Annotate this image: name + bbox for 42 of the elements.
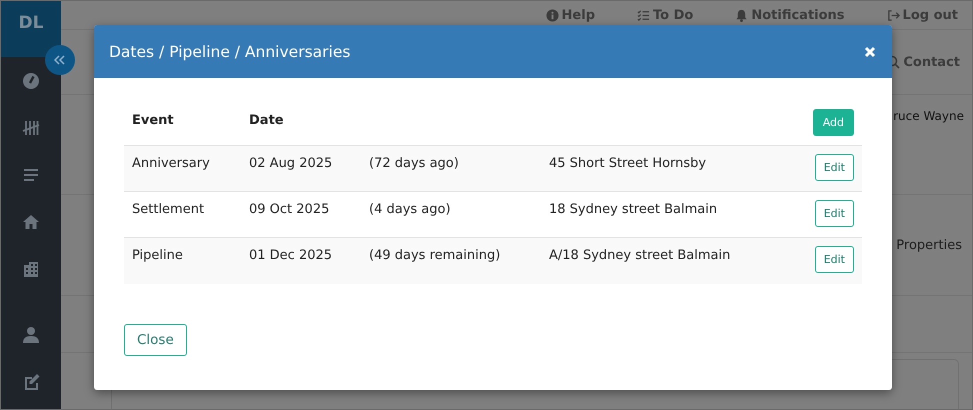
double-chevron-icon [54,55,66,65]
add-button[interactable]: Add [812,109,854,136]
address-cell: 45 Short Street Hornsby [549,156,706,171]
column-header: Event [132,112,174,128]
date-cell: 02 Aug 2025 [249,156,332,171]
tally-icon[interactable] [22,118,40,136]
nav-link[interactable]: Help [546,8,596,22]
date-cell: 09 Oct 2025 [249,202,330,217]
event-cell: Pipeline [132,248,183,263]
info-icon [546,8,559,22]
nav-link[interactable]: Log out [886,8,958,22]
event-cell: Anniversary [132,156,210,171]
event-cell: Settlement [132,202,204,217]
dialog-title: Dates / Pipeline / Anniversaries [109,42,350,60]
nav-link[interactable]: To Do [637,8,694,22]
building-icon[interactable] [22,260,40,278]
edit-button[interactable]: Edit [814,246,854,273]
close-icon [864,46,876,58]
person-icon[interactable] [22,326,40,344]
search-label[interactable]: Contact [903,54,960,70]
edit-button[interactable]: Edit [814,154,854,181]
edit-button[interactable]: Edit [814,200,854,227]
relative-time-cell: (4 days ago) [369,202,451,217]
collapse-button[interactable] [45,45,75,75]
logout-icon [886,8,900,22]
edit-icon[interactable] [22,372,40,390]
date-cell: 01 Dec 2025 [249,248,332,263]
column-header: Date [249,112,284,128]
gauge-icon[interactable] [22,72,40,90]
address-cell: 18 Sydney street Balmain [549,202,718,217]
relative-time-cell: (72 days ago) [369,156,459,171]
relative-time-cell: (49 days remaining) [369,248,500,263]
home-icon[interactable] [22,212,40,230]
address-cell: A/18 Sydney street Balmain [549,248,730,263]
nav-link[interactable]: Notifications [735,8,845,22]
section-label: Properties [896,238,962,252]
contact-name: ruce Wayne [893,109,964,123]
checklist-icon [637,8,650,22]
close-button[interactable]: Close [124,324,187,356]
bell-icon [735,8,748,22]
close-button[interactable] [864,46,876,58]
logo: DL [1,1,61,57]
